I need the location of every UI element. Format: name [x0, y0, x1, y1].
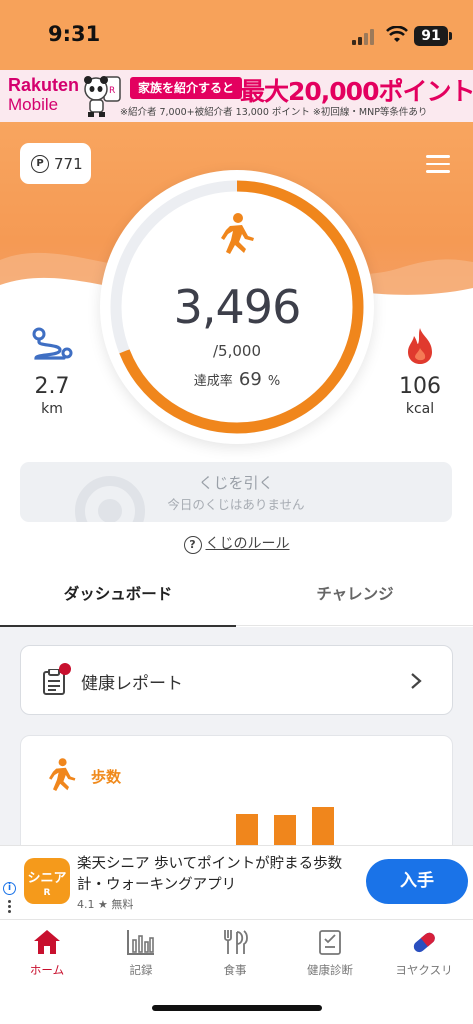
rate-value: 69 [238, 369, 262, 390]
ad-more-icon[interactable] [8, 900, 11, 916]
svg-text:R: R [109, 86, 115, 96]
meal-icon [224, 930, 248, 954]
steps-card-title: 歩数 [91, 768, 122, 786]
menu-icon[interactable] [426, 155, 450, 173]
tab-challenge[interactable]: チャレンジ [237, 572, 473, 626]
ad-app-icon: シニア R [24, 858, 70, 904]
nav-home-label: ホーム [29, 963, 65, 977]
brand-line1: Rakuten [8, 75, 80, 95]
achievement-rate: 達成率 69 % [137, 369, 337, 390]
rakuten-mobile-logo: Rakuten Mobile [8, 75, 80, 116]
rules-link-text: くじのルール [205, 536, 290, 552]
banner-pill: 家族を紹介すると [130, 77, 243, 99]
rate-label: 達成率 [193, 374, 233, 389]
lottery-subtitle: 今日のくじはありません [167, 497, 305, 512]
status-time: 9:31 [48, 22, 101, 46]
ad-install-button[interactable]: 入手 [366, 859, 468, 904]
points-badge[interactable]: P 771 [20, 143, 91, 184]
walking-icon [49, 758, 76, 791]
rate-unit: % [267, 374, 281, 389]
status-bar: 9:31 91 [0, 0, 473, 70]
nav-pharmacy[interactable]: ヨヤクスリ [377, 928, 471, 978]
points-value: 771 [54, 155, 83, 173]
app-install-ad[interactable]: i シニア R 楽天シニア 歩いてポイントが貯まる歩数計・ウォーキングアプリ 4… [0, 845, 473, 919]
lottery-button[interactable]: くじを引く 今日のくじはありません [20, 462, 452, 522]
distance-stat: 2.7 km [22, 374, 82, 417]
ad-icon-text: シニア [27, 871, 67, 886]
tab-bar: ダッシュボード チャレンジ [0, 572, 473, 627]
nav-meal[interactable]: 食事 [188, 928, 282, 978]
ad-info-icon[interactable]: i [3, 882, 16, 895]
home-icon [34, 930, 60, 954]
distance-unit: km [41, 401, 63, 417]
nav-record[interactable]: 記録 [94, 928, 188, 978]
nav-checkup[interactable]: 健康診断 [283, 928, 377, 978]
steps-goal: /5,000 [213, 342, 261, 360]
banner-headline: 最大20,000ポイント! [240, 77, 473, 106]
ad-title: 楽天シニア 歩いてポイントが貯まる歩数計・ウォーキングアプリ [77, 856, 343, 893]
walking-icon [221, 213, 254, 254]
flame-icon [408, 328, 432, 364]
health-report-card[interactable]: 健康レポート [20, 645, 453, 715]
question-icon: ? [183, 536, 202, 554]
lottery-rules-link[interactable]: ? くじのルール [0, 533, 473, 554]
chevron-right-icon [411, 673, 422, 689]
pill-icon [413, 932, 435, 953]
health-report-label: 健康レポート [81, 674, 183, 694]
signal-icon [352, 29, 378, 45]
banner-note: ※紹介者 7,000+被紹介者 13,000 ポイント ※初回線・MNP等条件あ… [120, 107, 428, 118]
nav-record-label: 記録 [129, 963, 153, 977]
notification-dot [59, 663, 71, 675]
calories-value: 106 [399, 374, 441, 399]
nav-pharmacy-label: ヨヤクスリ [395, 963, 453, 977]
nav-checkup-label: 健康診断 [307, 963, 353, 977]
calories-stat: 106 kcal [389, 374, 451, 417]
points-icon: P [31, 155, 49, 173]
banner-ad[interactable]: Rakuten Mobile R 家族を紹介すると 最大20,000ポイント! … [0, 70, 473, 122]
ad-rating: 4.1 ★ 無料 [77, 898, 134, 911]
steps-count: 3,496 [173, 280, 302, 334]
calories-unit: kcal [405, 401, 435, 417]
distance-route-icon [32, 327, 73, 360]
home-indicator [152, 1005, 322, 1011]
lottery-title: くじを引く [198, 474, 274, 492]
nav-home[interactable]: ホーム [0, 928, 94, 978]
battery-indicator: 91 [414, 26, 452, 46]
wifi-icon [386, 26, 408, 42]
chart-icon [127, 930, 154, 955]
nav-meal-label: 食事 [223, 963, 247, 977]
checkup-icon [319, 930, 341, 955]
distance-value: 2.7 [34, 374, 70, 399]
ad-icon-mark: R [43, 888, 51, 898]
brand-line2: Mobile [8, 95, 59, 114]
tab-dashboard[interactable]: ダッシュボード [0, 572, 236, 627]
